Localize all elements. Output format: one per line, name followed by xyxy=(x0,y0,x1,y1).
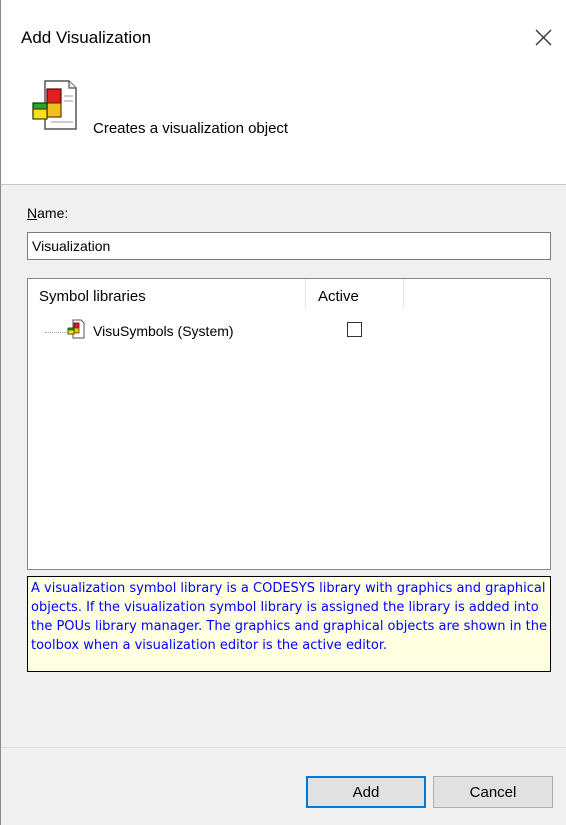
dialog-title: Add Visualization xyxy=(21,28,152,47)
close-icon[interactable] xyxy=(528,22,558,52)
symbol-libraries-list[interactable]: Symbol libraries Active VisuSymbols (Sys… xyxy=(27,278,551,570)
add-button[interactable]: Add xyxy=(306,776,426,808)
help-description: A visualization symbol library is a CODE… xyxy=(27,576,551,672)
cancel-button[interactable]: Cancel xyxy=(433,776,553,808)
tree-connector-line xyxy=(45,332,67,333)
library-name: VisuSymbols (System) xyxy=(93,323,234,339)
name-label: Name: xyxy=(27,205,68,221)
column-header-symbol-libraries[interactable]: Symbol libraries xyxy=(28,279,306,309)
name-label-mnemonic: N xyxy=(27,205,38,221)
library-icon xyxy=(67,319,85,339)
name-label-text: ame: xyxy=(37,205,69,221)
visualization-object-icon xyxy=(32,80,77,130)
list-item[interactable]: VisuSymbols (System) xyxy=(28,319,550,343)
dialog-footer: Add Cancel xyxy=(1,747,566,825)
dialog-description: Creates a visualization object xyxy=(93,120,289,137)
column-header-active[interactable]: Active xyxy=(306,279,404,309)
dialog-header: Creates a visualization object xyxy=(1,80,566,185)
active-checkbox[interactable] xyxy=(347,322,362,337)
name-input[interactable] xyxy=(27,232,551,260)
dialog-body: Name: Symbol libraries Active VisuSymbol… xyxy=(1,185,566,747)
title-bar: Add Visualization xyxy=(1,0,566,80)
add-visualization-dialog: Add Visualization Creates a visualizatio… xyxy=(0,0,566,825)
